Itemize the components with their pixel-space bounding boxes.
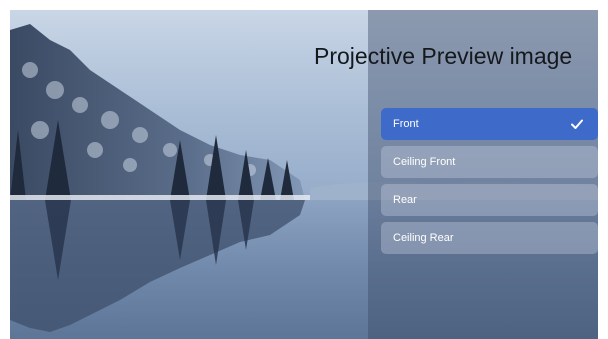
option-label: Ceiling Front <box>393 156 456 168</box>
option-ceiling-rear[interactable]: Ceiling Rear <box>381 222 598 254</box>
option-label: Rear <box>393 194 417 206</box>
checkmark-icon <box>571 119 583 129</box>
option-label: Ceiling Rear <box>393 232 454 244</box>
panel-title: Projective Preview image <box>314 43 573 69</box>
option-rear[interactable]: Rear <box>381 184 598 216</box>
preview-screen: Projective Preview image Front Ceiling F… <box>10 10 598 339</box>
option-front[interactable]: Front <box>381 108 598 140</box>
projection-options-list: Front Ceiling Front Rear Ceiling Rear <box>381 108 598 260</box>
option-ceiling-front[interactable]: Ceiling Front <box>381 146 598 178</box>
option-label: Front <box>393 118 419 130</box>
